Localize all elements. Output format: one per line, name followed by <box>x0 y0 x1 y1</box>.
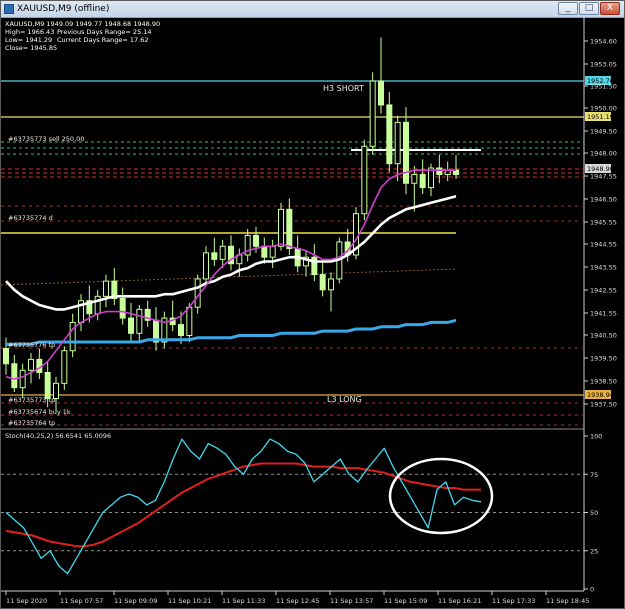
stochastic-label: Stoch(40,25,2) 56.6541 65.0096 <box>5 432 111 440</box>
tp-bottom-label: #63735764 tp <box>8 419 55 427</box>
time-tick-label: 11 Sep 10:21 <box>168 597 211 605</box>
candle-body <box>61 350 68 384</box>
candle-body <box>19 369 26 389</box>
time-tick-label: 11 Sep 11:33 <box>222 597 265 605</box>
stoch-tick-label: 75 <box>590 471 598 479</box>
candle-body <box>136 308 143 334</box>
candle-body <box>186 306 193 336</box>
l3-long-label: L3 LONG <box>327 395 362 404</box>
candle-body <box>378 80 384 106</box>
candle-body <box>328 278 334 291</box>
time-tick-label: 11 Sep 16:21 <box>438 597 481 605</box>
h3-short-label: H3 SHORT <box>323 84 364 93</box>
candle-body <box>386 104 393 165</box>
current-range: Current Days Range= 17.62 <box>57 36 149 44</box>
symbol-ohlc: XAUUSD,M9 1949.09 1949.77 1948.68 1948.9… <box>5 20 160 28</box>
candle-body <box>253 234 259 247</box>
candle-body <box>419 174 426 189</box>
candle-body <box>269 245 276 258</box>
price-tick-label: 1942.55 <box>590 287 617 295</box>
stoch-tick-label: 50 <box>590 509 598 517</box>
tp-mid-label: #63735776 tp <box>8 341 55 349</box>
stochastic-pane: 100 75 50 25 0 <box>1 433 602 594</box>
trend-dotted-line <box>1 268 457 286</box>
price-tick-label: 1947.55 <box>590 173 617 181</box>
candle-body <box>403 121 409 184</box>
time-tick-label: 11 Sep 2020 <box>6 597 47 605</box>
highlight-circle <box>388 457 494 535</box>
price-tick-label: 1946.50 <box>590 196 617 204</box>
candle-body <box>369 80 376 147</box>
price-tick-label: 1949.50 <box>590 128 617 136</box>
price-tick-label: 1953.05 <box>590 61 617 69</box>
candle-body <box>261 245 268 258</box>
candle-body <box>211 252 218 260</box>
stoch-signal-line <box>5 462 481 548</box>
stoch-tick-label: 0 <box>590 586 594 594</box>
price-tick-label: 1938.50 <box>590 378 617 386</box>
price-tick-label: 1951.50 <box>590 83 617 91</box>
candle-body <box>286 208 293 249</box>
price-tick-label: 1945.55 <box>590 219 617 227</box>
order-d-label: #63735774 d <box>8 214 53 222</box>
candle-body <box>11 363 18 389</box>
price-tick-label: 1950.00 <box>590 105 617 113</box>
time-tick-label: 11 Sep 09:09 <box>114 597 157 605</box>
price-tick-label: 1948.00 <box>590 150 617 158</box>
time-tick-label: 11 Sep 13:57 <box>330 597 373 605</box>
price-tick-label: 1943.55 <box>590 264 617 272</box>
price-tick-label: 1940.50 <box>590 332 617 340</box>
candle-body <box>319 274 326 291</box>
tp-low-label: #63735773 tp <box>8 396 55 404</box>
candle-body <box>119 298 126 319</box>
candle-body <box>178 324 184 336</box>
candle-body <box>203 252 209 280</box>
low-value: Low= 1941.29 <box>5 36 52 44</box>
price-axis: 1954.60 1953.05 1951.50 1950.00 1949.50 1948.… <box>584 38 617 409</box>
price-tick-label: 1941.55 <box>590 310 617 318</box>
time-axis: 11 Sep 2020 11 Sep 07:57 11 Sep 09:09 11 Se… <box>5 591 589 605</box>
price-tick-label: 1937.50 <box>590 401 617 409</box>
sell-order-label: #63735773 sell 250.00 <box>8 135 84 143</box>
candle-body <box>411 174 418 184</box>
close-value: Close= 1945.85 <box>5 44 57 52</box>
high-value: High= 1966.43 <box>5 28 54 36</box>
level-lines <box>1 80 584 426</box>
candles-layer <box>3 37 459 412</box>
time-tick-label: 11 Sep 07:57 <box>60 597 103 605</box>
buy-order-label: #63735674 buy 1k <box>8 408 71 416</box>
tag-1938: 1938.94 <box>587 391 614 399</box>
time-tick-label: 11 Sep 17:33 <box>492 597 535 605</box>
time-tick-label: 11 Sep 18:45 <box>546 597 589 605</box>
price-tick-label: 1954.60 <box>590 38 617 46</box>
candle-body <box>219 245 226 260</box>
time-tick-label: 11 Sep 12:45 <box>276 597 319 605</box>
tag-1951: 1951.19 <box>587 113 614 121</box>
candle-body <box>394 121 401 165</box>
candle-body <box>361 145 368 215</box>
price-tick-label: 1939.50 <box>590 355 617 363</box>
candle-body <box>278 208 284 247</box>
stoch-main-line <box>5 438 482 575</box>
price-tick-label: 1944.55 <box>590 241 617 249</box>
candle-body <box>436 167 443 176</box>
stoch-tick-label: 100 <box>590 433 602 441</box>
candle-body <box>103 280 109 297</box>
time-tick-label: 11 Sep 15:09 <box>384 597 427 605</box>
chart-window: XAUUSD,M9 (offline) _ □ X H3 SHORT L3 LO… <box>0 0 625 609</box>
stoch-tick-label: 25 <box>590 547 598 555</box>
candle-body <box>3 348 9 365</box>
candle-body <box>28 358 34 371</box>
price-chart-canvas[interactable]: H3 SHORT L3 LONG #63735773 sell 250.00 #… <box>1 1 625 610</box>
previous-range: Previous Days Range= 25.14 <box>57 28 152 36</box>
candle-body <box>128 317 134 334</box>
candle-body <box>44 371 51 400</box>
